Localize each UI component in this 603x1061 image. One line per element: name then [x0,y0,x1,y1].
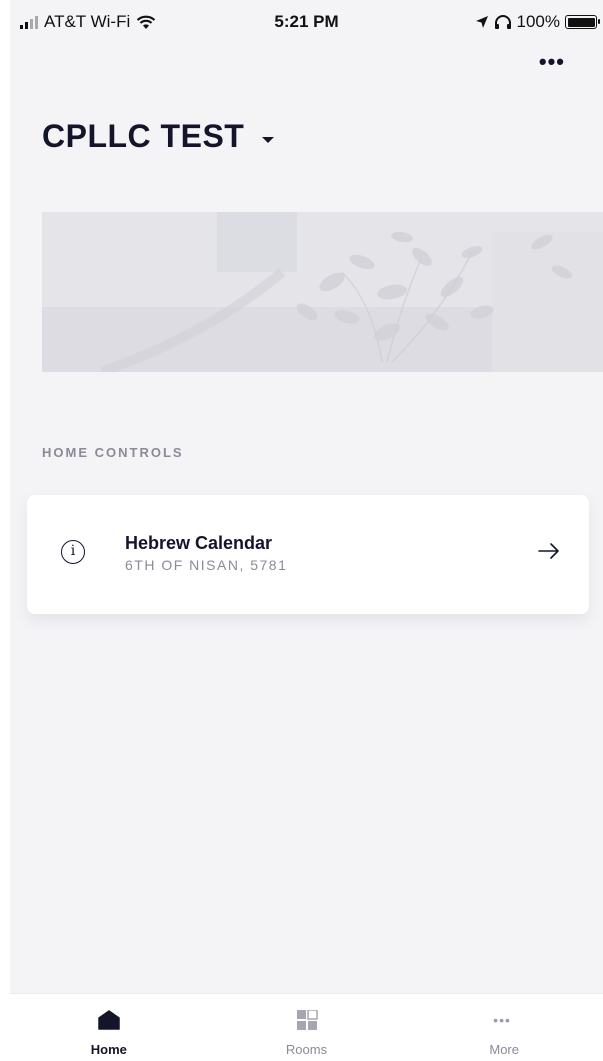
tab-home[interactable]: Home [10,994,208,1061]
control-card-hebrew-calendar[interactable]: i Hebrew Calendar 6TH OF NISAN, 5781 [27,495,589,614]
grid-icon [296,1010,318,1030]
home-icon [98,1010,120,1030]
tab-more[interactable]: ••• More [405,994,603,1061]
tab-label-more: More [489,1042,519,1057]
caret-down-icon [262,136,275,143]
home-selector[interactable]: CPLLC TEST [42,118,275,155]
page-title: CPLLC TEST [42,118,245,154]
hero-image [42,212,603,372]
ellipsis-icon: ••• [493,1012,511,1028]
section-label: HOME CONTROLS [42,445,184,460]
hero-plant-illustration [42,212,603,372]
control-subtitle: 6TH OF NISAN, 5781 [125,557,288,573]
tab-label-home: Home [90,1042,127,1057]
app-screen: AT&T Wi-Fi 5:21 PM 100% ••• CPLLC TEST H… [10,0,603,1061]
battery-icon [565,15,600,29]
tab-bar: Home Rooms ••• More [10,993,603,1061]
status-bar: AT&T Wi-Fi 5:21 PM 100% [10,0,603,44]
tab-rooms[interactable]: Rooms [208,994,406,1061]
battery-percent: 100% [516,12,560,31]
headphones-icon [494,14,511,29]
info-icon: i [61,540,85,564]
location-arrow-icon [475,16,488,28]
more-options-button[interactable]: ••• [539,51,565,73]
control-title: Hebrew Calendar [125,533,273,553]
arrow-right-icon[interactable] [537,541,561,561]
status-right: 100% [475,12,600,32]
tab-label-rooms: Rooms [285,1042,328,1057]
